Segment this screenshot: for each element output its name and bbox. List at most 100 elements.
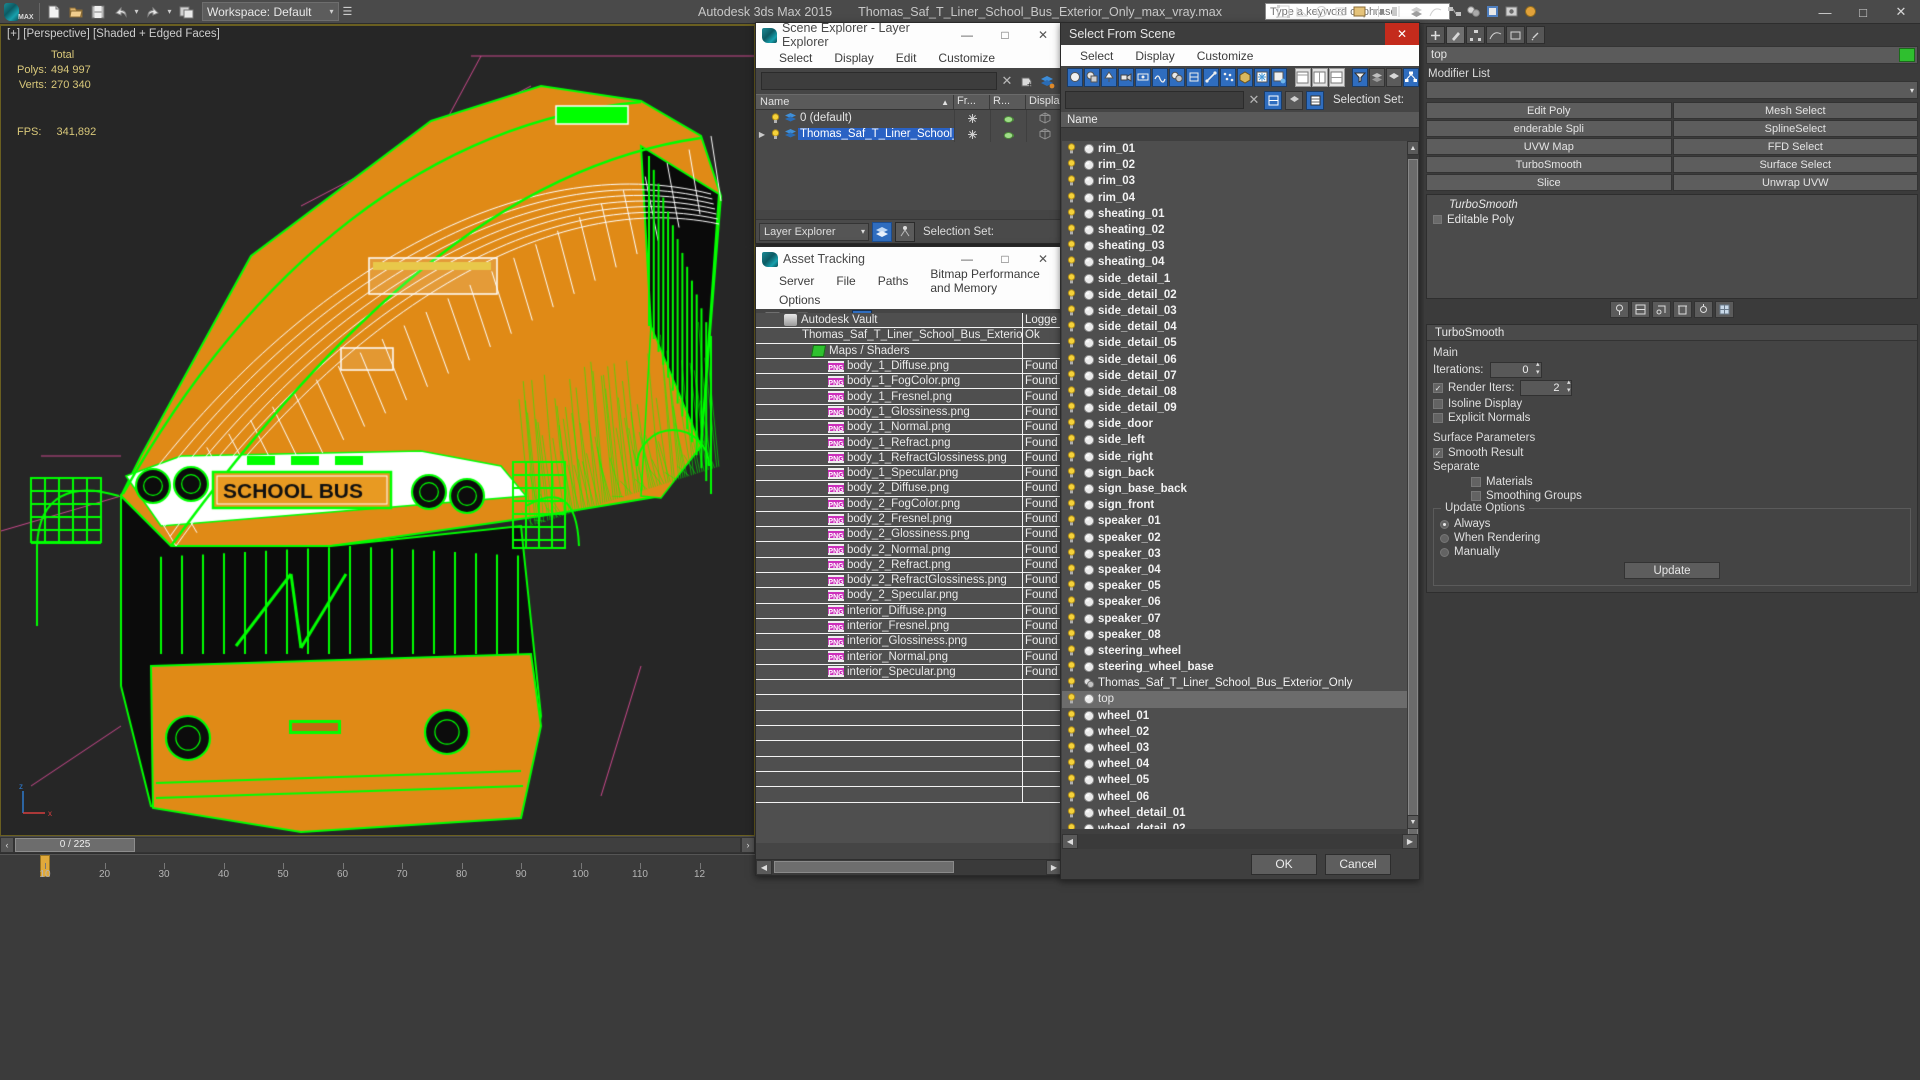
modifier-button[interactable]: Surface Select: [1673, 156, 1919, 173]
asset-row[interactable]: PNG body_1_Specular.png Found: [756, 466, 1062, 481]
hscroll-left-arrow[interactable]: ◀: [756, 860, 772, 875]
modifier-button[interactable]: FFD Select: [1673, 138, 1919, 155]
scene-object-row[interactable]: top: [1062, 691, 1407, 707]
pin-stack-icon[interactable]: [1610, 301, 1629, 318]
undo-icon[interactable]: [109, 2, 131, 22]
asset-row[interactable]: PNG interior_Specular.png Found: [756, 665, 1062, 680]
scene-object-row[interactable]: side_door: [1062, 416, 1407, 432]
asset-row[interactable]: PNG body_2_Diffuse.png Found: [756, 481, 1062, 496]
filter-icon[interactable]: [1352, 68, 1368, 87]
render-iters-checkbox[interactable]: [1433, 383, 1443, 393]
rollout-title[interactable]: TurboSmooth: [1427, 325, 1917, 341]
modifier-button[interactable]: TurboSmooth: [1426, 156, 1672, 173]
layer-view-toggle[interactable]: [872, 222, 892, 242]
asset-row[interactable]: PNG body_1_RefractGlossiness.png Found: [756, 451, 1062, 466]
light-bulb-icon[interactable]: [1062, 661, 1080, 673]
asset-row[interactable]: PNG body_2_Normal.png Found: [756, 542, 1062, 557]
display-containers-icon[interactable]: [1237, 68, 1253, 87]
scene-object-row[interactable]: speaker_02: [1062, 530, 1407, 546]
scene-object-row[interactable]: speaker_07: [1062, 610, 1407, 626]
light-bulb-icon[interactable]: [1062, 515, 1080, 527]
light-bulb-icon[interactable]: [1062, 710, 1080, 722]
add-layer-icon[interactable]: +: [1017, 71, 1037, 91]
asset-row[interactable]: PNG body_1_Refract.png Found: [756, 435, 1062, 450]
select-from-scene-object-list[interactable]: rim_01 rim_02 rim_03 rim_04 sheating_01 sheat…: [1062, 141, 1407, 829]
asset-row[interactable]: PNG interior_Glossiness.png Found: [756, 634, 1062, 649]
stack-grid-icon[interactable]: [1715, 301, 1734, 318]
asset-tracking-window[interactable]: Asset Tracking — □ ✕ Server File Paths B…: [755, 246, 1063, 876]
list-layout-3-icon[interactable]: [1329, 68, 1345, 87]
object-name-field[interactable]: top: [1426, 46, 1918, 64]
modifier-stack-item[interactable]: TurboSmooth: [1427, 197, 1917, 212]
light-bulb-icon[interactable]: [1062, 807, 1080, 819]
scene-object-row[interactable]: speaker_05: [1062, 578, 1407, 594]
modifier-button[interactable]: UVW Map: [1426, 138, 1672, 155]
sfs-vscrollbar[interactable]: ▲ ▼: [1407, 141, 1419, 829]
scene-object-row[interactable]: side_detail_07: [1062, 368, 1407, 384]
isoline-display-checkbox[interactable]: [1433, 399, 1443, 409]
scene-object-row[interactable]: sign_front: [1062, 497, 1407, 513]
sort-icon[interactable]: [1369, 68, 1385, 87]
at-menu-bitmap[interactable]: Bitmap Performance and Memory: [919, 267, 1062, 295]
select-children-icon[interactable]: [1264, 91, 1282, 110]
spinner-snap-icon[interactable]: [1331, 2, 1350, 21]
render-iters-spinner[interactable]: 2: [1520, 380, 1572, 396]
redo-icon[interactable]: [142, 2, 164, 22]
display-xrefs-icon[interactable]: [1186, 68, 1202, 87]
scene-explorer-search-input[interactable]: [761, 72, 997, 90]
asset-row[interactable]: Thomas_Saf_T_Liner_School_Bus_Exterior_O…: [756, 328, 1062, 343]
scene-object-row[interactable]: wheel_01: [1062, 708, 1407, 724]
scene-object-row[interactable]: speaker_06: [1062, 594, 1407, 610]
configure-sets-icon[interactable]: [1694, 301, 1713, 318]
motion-tab[interactable]: [1486, 26, 1505, 44]
se-menu-select[interactable]: Select: [768, 51, 823, 65]
display-cell[interactable]: [1026, 126, 1062, 142]
workspace-selector[interactable]: Workspace: Default ▾: [202, 2, 339, 21]
time-ruler[interactable]: 10 20 30 40 50 60 70 80 90 100 110 12: [0, 854, 755, 882]
asset-tracking-rows[interactable]: Autodesk Vault Logge Thomas_Saf_T_Liner_Sc…: [756, 313, 1062, 843]
display-cell[interactable]: [1026, 110, 1062, 126]
light-bulb-icon[interactable]: [1062, 758, 1080, 770]
scene-object-row[interactable]: side_detail_06: [1062, 351, 1407, 367]
scene-object-row[interactable]: wheel_02: [1062, 724, 1407, 740]
display-geometry-icon[interactable]: [1067, 68, 1083, 87]
light-bulb-icon[interactable]: [1062, 726, 1080, 738]
light-bulb-icon[interactable]: [1062, 613, 1080, 625]
angle-snap-icon[interactable]: [1293, 2, 1312, 21]
edit-named-sel-icon[interactable]: [1350, 2, 1369, 21]
set-project-icon[interactable]: [175, 2, 197, 22]
asset-row[interactable]: PNG body_2_FogColor.png Found: [756, 497, 1062, 512]
scene-object-row[interactable]: sign_back: [1062, 465, 1407, 481]
modifier-stack[interactable]: TurboSmooth Editable Poly: [1426, 194, 1918, 299]
modify-tab[interactable]: [1446, 26, 1465, 44]
hscroll-thumb[interactable]: [774, 861, 954, 873]
curve-editor-icon[interactable]: [1426, 2, 1445, 21]
light-bulb-icon[interactable]: [1062, 175, 1080, 187]
schematic-view-icon[interactable]: [1445, 2, 1464, 21]
modifier-button[interactable]: Edit Poly: [1426, 102, 1672, 119]
scene-object-row[interactable]: sheating_03: [1062, 238, 1407, 254]
sfs-hscroll-track[interactable]: [1078, 834, 1402, 849]
modifier-button[interactable]: Slice: [1426, 174, 1672, 191]
sfs-menu-display[interactable]: Display: [1124, 49, 1185, 63]
light-bulb-icon[interactable]: [1062, 321, 1080, 333]
scene-object-row[interactable]: rim_02: [1062, 157, 1407, 173]
select-from-scene-close[interactable]: ✕: [1385, 23, 1419, 45]
asset-row[interactable]: PNG body_2_Glossiness.png Found: [756, 527, 1062, 542]
at-menu-file[interactable]: File: [825, 274, 866, 288]
at-menu-options[interactable]: Options: [768, 293, 831, 307]
asset-row[interactable]: PNG body_1_Diffuse.png Found: [756, 359, 1062, 374]
se-menu-customize[interactable]: Customize: [927, 51, 1006, 65]
light-bulb-icon[interactable]: [1062, 499, 1080, 511]
display-cameras-icon[interactable]: [1118, 68, 1134, 87]
asset-row[interactable]: PNG body_2_Refract.png Found: [756, 558, 1062, 573]
display-tab[interactable]: [1506, 26, 1525, 44]
smooth-result-checkbox[interactable]: [1433, 448, 1443, 458]
scene-explorer-window[interactable]: Scene Explorer - Layer Explorer — □ ✕ Se…: [755, 22, 1063, 244]
layer-row[interactable]: ▶Thomas_Saf_T_Liner_School_Bus_Ex...: [756, 126, 1062, 142]
turbosmooth-rollout[interactable]: TurboSmooth Main Iterations: 0 Render It…: [1426, 324, 1918, 593]
timeline-track[interactable]: 0 / 225: [14, 837, 741, 853]
list-layout-1-icon[interactable]: [1295, 68, 1311, 87]
scene-object-row[interactable]: side_detail_05: [1062, 335, 1407, 351]
update-manually-radio[interactable]: [1440, 548, 1449, 557]
